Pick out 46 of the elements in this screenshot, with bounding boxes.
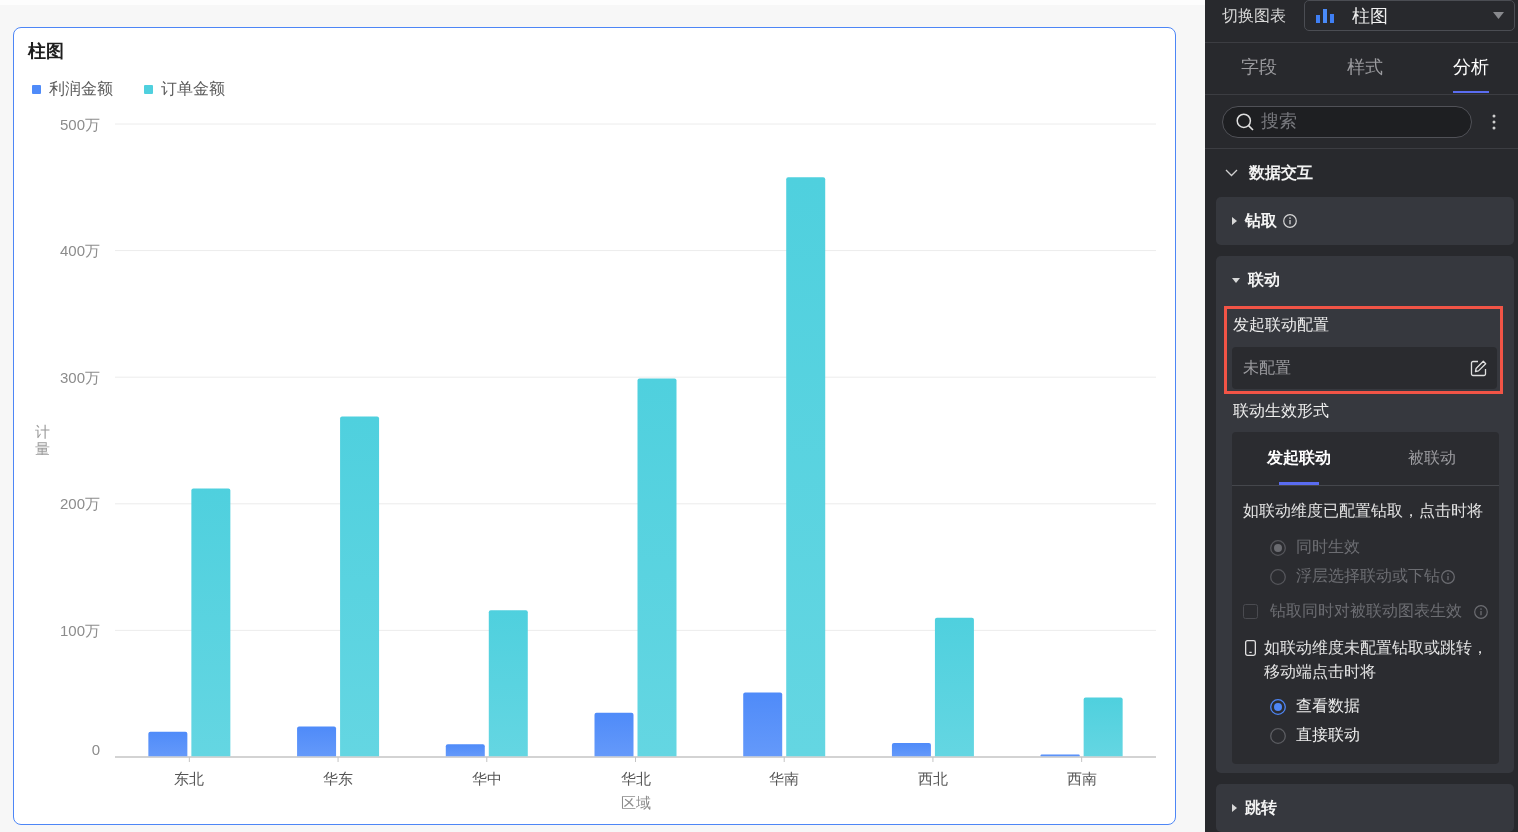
phone-icon: [1245, 640, 1256, 656]
search-field[interactable]: 搜索: [1222, 105, 1472, 138]
bar: [148, 731, 188, 757]
collapse-toggle[interactable]: 钻取: [1216, 197, 1297, 245]
section-header[interactable]: 数据交互: [1205, 149, 1313, 197]
bar: [1083, 697, 1123, 757]
tab[interactable]: 样式: [1347, 43, 1383, 93]
tab[interactable]: 字段: [1241, 43, 1277, 93]
more-icon[interactable]: [1492, 113, 1496, 130]
legend-label: 利润金额: [49, 79, 113, 99]
radio-option[interactable]: 查看数据: [1270, 692, 1360, 721]
axis-label: 华北: [620, 769, 651, 787]
option-description: 如联动维度已配置钻取，点击时将: [1243, 501, 1484, 521]
collapse-toggle[interactable]: 跳转: [1216, 784, 1277, 832]
axis-label: 东北: [174, 769, 205, 787]
axis-title: 区域: [620, 793, 651, 811]
bar: [891, 743, 931, 757]
bar: [1040, 754, 1080, 757]
tab[interactable]: 被联动: [1365, 432, 1499, 485]
field-label: 切换图表: [1222, 6, 1286, 26]
axis-label: 西南: [1066, 769, 1097, 787]
field-label: 联动生效形式: [1232, 401, 1330, 421]
axis-title: 计量: [35, 424, 50, 457]
chart-type-select[interactable]: 柱图: [1304, 0, 1515, 31]
legend-label: 订单金额: [161, 79, 225, 99]
axis-label: 西北: [917, 769, 948, 787]
axis-tick-label: 0: [91, 740, 100, 758]
tab[interactable]: 分析: [1453, 43, 1489, 93]
axis-tick-label: 500万: [59, 115, 100, 133]
option-description: 如联动维度未配置钻取或跳转，移动端点击时将: [1264, 638, 1489, 682]
bar: [445, 744, 485, 757]
config-field[interactable]: 未配置: [1232, 347, 1497, 389]
search-icon: [1236, 112, 1254, 131]
axis-label: 华东: [323, 769, 354, 787]
bar: [594, 712, 634, 757]
bar-chart-icon: [1316, 8, 1335, 23]
edit-icon[interactable]: [1470, 359, 1487, 377]
bar: [297, 726, 337, 757]
radio-option[interactable]: 直接联动: [1270, 721, 1360, 750]
axis-label: 华中: [471, 769, 502, 787]
chart-title: 柱图: [26, 40, 64, 63]
axis-label: 华南: [769, 769, 800, 787]
collapse-toggle[interactable]: 联动: [1216, 256, 1280, 304]
field-label: 发起联动配置: [1232, 315, 1330, 335]
bar: [743, 692, 783, 757]
caret-down-icon: [1493, 12, 1504, 19]
